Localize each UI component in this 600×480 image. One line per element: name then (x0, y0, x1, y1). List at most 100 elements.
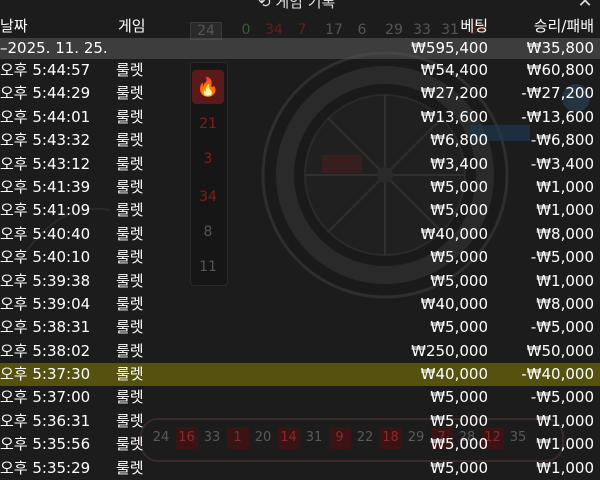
total-bet: ₩595,400 (411, 39, 488, 57)
row-game: 룰렛 (116, 435, 144, 454)
daily-total-row[interactable]: –2025. 11. 25. ₩595,400 ₩35,800 (0, 38, 600, 59)
row-bet: ₩5,000 (430, 435, 488, 454)
history-row[interactable]: 오후 5:40:10 룰렛 ₩5,000 -₩5,000 (0, 246, 600, 269)
row-bet: ₩5,000 (430, 201, 488, 220)
row-bet: ₩40,000 (420, 365, 488, 384)
history-row[interactable]: 오후 5:35:29 룰렛 ₩5,000 ₩1,000 (0, 457, 600, 480)
row-time: 오후 5:44:29 (0, 84, 91, 103)
row-time: 오후 5:38:02 (0, 341, 91, 360)
row-time: 오후 5:35:56 (0, 435, 91, 454)
row-time: 오후 5:36:31 (0, 411, 91, 430)
history-row[interactable]: 오후 5:35:56 룰렛 ₩5,000 ₩1,000 (0, 433, 600, 456)
row-game: 룰렛 (116, 224, 144, 243)
row-bet: ₩250,000 (411, 341, 488, 360)
row-result: -₩13,600 (521, 107, 594, 126)
row-bet: ₩54,400 (420, 61, 488, 79)
history-row[interactable]: 오후 5:41:39 룰렛 ₩5,000 ₩1,000 (0, 176, 600, 199)
row-bet: ₩5,000 (430, 388, 488, 407)
row-time: 오후 5:39:38 (0, 271, 91, 290)
row-game: 룰렛 (116, 201, 144, 220)
row-time: 오후 5:41:09 (0, 201, 91, 220)
row-bet: ₩6,800 (430, 131, 488, 150)
history-row[interactable]: 오후 5:44:57 룰렛 ₩54,400 ₩60,800 (0, 59, 600, 82)
clock-history-icon: ⟲ (258, 0, 271, 11)
row-bet: ₩5,000 (430, 458, 488, 477)
row-result: -₩40,000 (521, 365, 594, 384)
row-game: 룰렛 (116, 388, 144, 407)
row-game: 룰렛 (116, 61, 144, 79)
history-row[interactable]: 오후 5:44:29 룰렛 ₩27,200 -₩27,200 (0, 82, 600, 105)
row-time: 오후 5:44:01 (0, 107, 91, 126)
total-date: –2025. 11. 25. (0, 39, 108, 57)
row-result: ₩1,000 (536, 271, 594, 290)
row-result: ₩1,000 (536, 411, 594, 430)
row-result: -₩6,800 (530, 131, 594, 150)
row-bet: ₩5,000 (430, 271, 488, 290)
total-result: ₩35,800 (526, 39, 594, 57)
row-time: 오후 5:40:10 (0, 248, 91, 267)
row-result: -₩5,000 (530, 248, 594, 267)
row-result: ₩50,000 (526, 341, 594, 360)
history-row[interactable]: 오후 5:37:00 룰렛 ₩5,000 -₩5,000 (0, 386, 600, 409)
history-row[interactable]: 오후 5:36:31 룰렛 ₩5,000 ₩1,000 (0, 410, 600, 433)
row-time: 오후 5:35:29 (0, 458, 91, 477)
dialog-title: ⟲ 게임 기록 (258, 0, 335, 12)
row-game: 룰렛 (116, 365, 144, 384)
row-time: 오후 5:43:32 (0, 131, 91, 150)
dialog-title-bar: ⟲ 게임 기록 (0, 0, 600, 12)
history-row[interactable]: 오후 5:39:38 룰렛 ₩5,000 ₩1,000 (0, 270, 600, 293)
row-result: ₩1,000 (536, 177, 594, 196)
history-row[interactable]: 오후 5:41:09 룰렛 ₩5,000 ₩1,000 (0, 199, 600, 222)
close-icon: ✕ (577, 0, 593, 12)
row-game: 룰렛 (116, 271, 144, 290)
row-game: 룰렛 (116, 107, 144, 126)
row-game: 룰렛 (116, 411, 144, 430)
row-bet: ₩5,000 (430, 411, 488, 430)
row-game: 룰렛 (116, 294, 144, 313)
row-result: ₩1,000 (536, 458, 594, 477)
row-bet: ₩40,000 (420, 294, 488, 313)
dialog-title-label: 게임 기록 (275, 0, 336, 11)
row-game: 룰렛 (116, 154, 144, 173)
game-history-list[interactable]: –2025. 11. 25. ₩595,400 ₩35,800 오후 5:44:… (0, 38, 600, 480)
history-row[interactable]: 오후 5:37:30 룰렛 ₩40,000 -₩40,000 (0, 363, 600, 387)
row-bet: ₩3,400 (430, 154, 488, 173)
column-header-result: 승리/패배 (533, 17, 594, 35)
row-time: 오후 5:43:12 (0, 154, 91, 173)
row-result: ₩1,000 (536, 435, 594, 454)
history-row[interactable]: 오후 5:43:32 룰렛 ₩6,800 -₩6,800 (0, 129, 600, 152)
row-bet: ₩13,600 (420, 107, 488, 126)
row-game: 룰렛 (116, 248, 144, 267)
row-game: 룰렛 (116, 341, 144, 360)
history-row[interactable]: 오후 5:38:31 룰렛 ₩5,000 -₩5,000 (0, 316, 600, 339)
row-time: 오후 5:39:04 (0, 294, 91, 313)
column-header-bet: 베팅 (460, 17, 488, 35)
column-header-date: 날짜 (0, 17, 28, 35)
history-row[interactable]: 오후 5:40:40 룰렛 ₩40,000 ₩8,000 (0, 223, 600, 246)
row-bet: ₩27,200 (420, 84, 488, 103)
row-game: 룰렛 (116, 177, 144, 196)
history-row[interactable]: 오후 5:38:02 룰렛 ₩250,000 ₩50,000 (0, 340, 600, 363)
row-game: 룰렛 (116, 131, 144, 150)
history-row[interactable]: 오후 5:43:12 룰렛 ₩3,400 -₩3,400 (0, 153, 600, 176)
row-bet: ₩5,000 (430, 318, 488, 337)
row-time: 오후 5:40:40 (0, 224, 91, 243)
row-time: 오후 5:41:39 (0, 177, 91, 196)
row-game: 룰렛 (116, 84, 144, 103)
row-bet: ₩5,000 (430, 177, 488, 196)
row-result: -₩27,200 (521, 84, 594, 103)
row-result: -₩3,400 (530, 154, 594, 173)
row-result: -₩5,000 (530, 388, 594, 407)
row-time: 오후 5:37:00 (0, 388, 91, 407)
row-time: 오후 5:38:31 (0, 318, 91, 337)
row-bet: ₩5,000 (430, 248, 488, 267)
row-game: 룰렛 (116, 318, 144, 337)
row-result: ₩8,000 (536, 294, 594, 313)
row-result: ₩60,800 (526, 61, 594, 79)
history-row[interactable]: 오후 5:39:04 룰렛 ₩40,000 ₩8,000 (0, 293, 600, 316)
row-result: ₩8,000 (536, 224, 594, 243)
row-time: 오후 5:44:57 (0, 61, 91, 79)
history-row[interactable]: 오후 5:44:01 룰렛 ₩13,600 -₩13,600 (0, 106, 600, 129)
row-game: 룰렛 (116, 458, 144, 477)
close-button[interactable]: ✕ (574, 0, 596, 12)
